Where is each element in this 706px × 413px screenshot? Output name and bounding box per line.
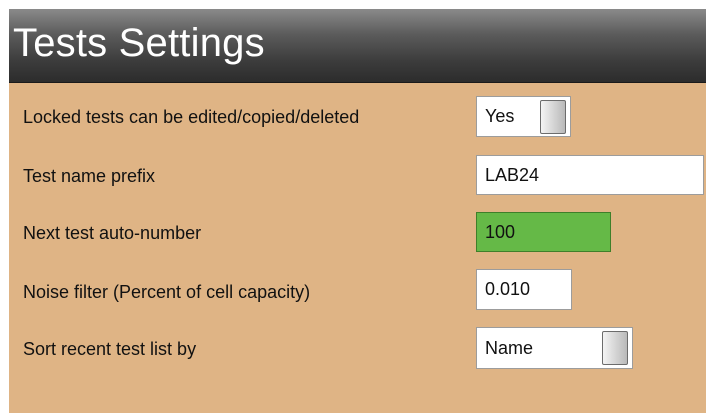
noise-filter-label: Noise filter (Percent of cell capacity) bbox=[23, 282, 311, 302]
locked-tests-label: Locked tests can be edited/copied/delete… bbox=[23, 107, 360, 127]
name-prefix-label: Test name prefix bbox=[23, 166, 156, 186]
sort-by-label: Sort recent test list by bbox=[23, 339, 197, 359]
sort-by-select[interactable]: Name bbox=[476, 327, 633, 369]
locked-tests-value: Yes bbox=[485, 106, 515, 126]
select-knob-icon[interactable] bbox=[602, 331, 628, 365]
auto-number-label: Next test auto-number bbox=[23, 223, 202, 243]
locked-tests-toggle[interactable]: Yes bbox=[476, 96, 571, 137]
settings-window: Tests Settings Locked tests can be edite… bbox=[9, 9, 706, 413]
sort-by-value: Name bbox=[485, 337, 534, 358]
auto-number-input[interactable]: 100 bbox=[476, 212, 611, 252]
toggle-knob-icon[interactable] bbox=[540, 100, 566, 134]
noise-filter-input[interactable]: 0.010 bbox=[476, 269, 572, 310]
title-bar: Tests Settings bbox=[9, 9, 706, 83]
name-prefix-input[interactable]: LAB24 bbox=[476, 155, 704, 195]
page-title: Tests Settings bbox=[13, 21, 265, 65]
